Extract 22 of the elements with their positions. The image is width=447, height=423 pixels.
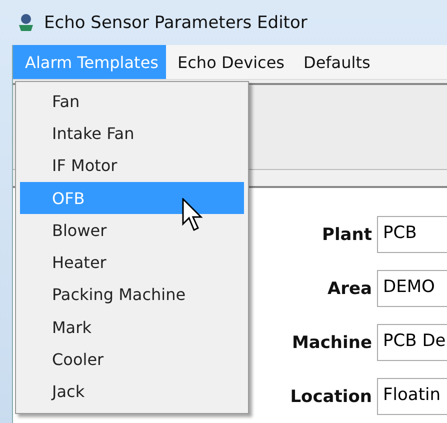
window-title: Echo Sensor Parameters Editor	[44, 12, 308, 32]
menu-item[interactable]: Fan	[20, 85, 244, 118]
text-field[interactable]: PCB De	[377, 324, 447, 361]
app-logo-icon	[16, 12, 36, 32]
menu-item[interactable]: Jack	[20, 376, 244, 408]
menu-item[interactable]: Blower	[20, 214, 244, 246]
menu-item[interactable]: Cooler	[20, 343, 244, 376]
text-field[interactable]: Floatin	[377, 378, 447, 415]
menu-item[interactable]: Heater	[20, 246, 244, 279]
field-label: Machine	[292, 332, 372, 352]
menu-bar-item[interactable]: Echo Devices	[166, 45, 292, 79]
menu-item[interactable]: Intake Fan	[20, 117, 244, 150]
mouse-cursor-icon	[182, 198, 204, 234]
field-label: Area	[327, 278, 372, 298]
field-label: Plant	[322, 224, 372, 244]
field-label: Location	[290, 386, 372, 406]
text-field[interactable]: PCB	[377, 216, 447, 253]
menu-item[interactable]: Packing Machine	[20, 278, 244, 312]
text-field[interactable]: DEMO	[377, 270, 447, 307]
menu-item[interactable]: Mark	[20, 311, 244, 344]
menu-item[interactable]: IF Motor	[20, 150, 244, 182]
menu-bar-item[interactable]: Defaults	[292, 45, 378, 79]
